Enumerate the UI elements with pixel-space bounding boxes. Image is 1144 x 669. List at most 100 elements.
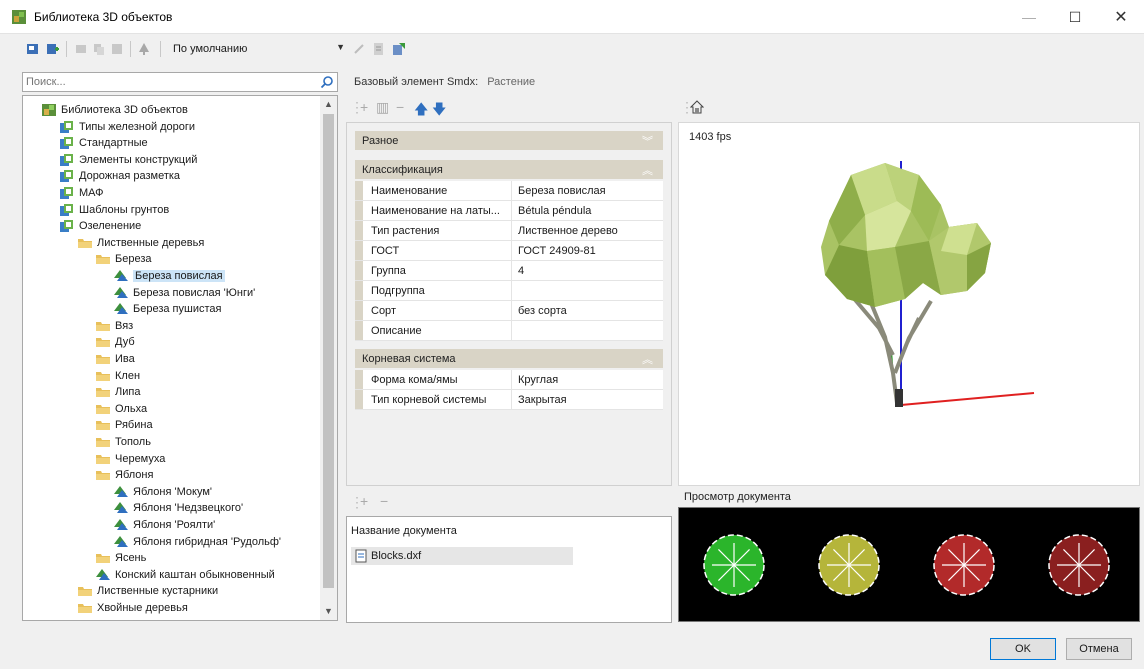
- property-row[interactable]: Подгруппа: [355, 281, 663, 301]
- property-row[interactable]: Тип растения Лиственное дерево: [355, 221, 663, 241]
- minimize-icon[interactable]: —: [1006, 0, 1052, 34]
- property-row[interactable]: Тип корневой системы Закрытая: [355, 390, 663, 410]
- tree-item[interactable]: Лиственные кустарники: [77, 583, 218, 599]
- property-row[interactable]: Сорт без сорта: [355, 301, 663, 321]
- tree-item[interactable]: Озеленение: [59, 218, 141, 234]
- tree-item-label: Дуб: [115, 336, 135, 349]
- tree-item[interactable]: Тополь: [95, 434, 151, 450]
- property-value[interactable]: Лиственное дерево: [512, 221, 663, 240]
- property-name: Тип растения: [363, 221, 512, 240]
- tree-item[interactable]: Береза повислая: [113, 268, 225, 284]
- ok-button[interactable]: OK: [990, 638, 1056, 660]
- search-icon[interactable]: [320, 75, 334, 89]
- row-gutter: [355, 370, 363, 389]
- tree-scrollbar[interactable]: ▲ ▼: [320, 96, 337, 620]
- export-icon[interactable]: [392, 42, 406, 56]
- add-library-icon[interactable]: [26, 42, 40, 56]
- tree-item[interactable]: Лиственные деревья: [77, 235, 204, 251]
- tree-item[interactable]: Ясень: [95, 550, 146, 566]
- property-row[interactable]: Форма кома/ямы Круглая: [355, 370, 663, 390]
- tree-item[interactable]: Библиотека 3D объектов: [41, 102, 188, 118]
- scroll-up-icon[interactable]: ▲: [320, 96, 337, 113]
- add-document-icon[interactable]: +: [360, 493, 368, 509]
- move-down-icon[interactable]: 🡇: [432, 99, 446, 123]
- expand-icon[interactable]: ︾: [642, 133, 653, 149]
- tree-item[interactable]: Стандартные: [59, 135, 148, 151]
- add-folder-icon[interactable]: [46, 42, 60, 56]
- paste-icon[interactable]: [110, 42, 124, 56]
- add-property-icon[interactable]: +: [360, 99, 368, 115]
- property-value[interactable]: 4: [512, 261, 663, 280]
- tree-object-icon[interactable]: [137, 42, 151, 56]
- tree-item[interactable]: Черемуха: [95, 451, 165, 467]
- folder-icon: [96, 421, 110, 431]
- folder-icon: [96, 255, 110, 265]
- tree-item[interactable]: Береза повислая 'Юнги': [113, 285, 255, 301]
- property-value[interactable]: [512, 281, 663, 300]
- move-up-icon[interactable]: 🡅: [414, 99, 428, 123]
- tree-item[interactable]: Типы железной дороги: [59, 119, 195, 135]
- copy-icon[interactable]: [92, 42, 106, 56]
- tree-item[interactable]: Дуб: [95, 334, 135, 350]
- property-row[interactable]: Описание: [355, 321, 663, 341]
- property-group-header[interactable]: Корневая система ︽: [355, 349, 663, 368]
- cut-icon[interactable]: [74, 42, 88, 56]
- collapse-icon[interactable]: ︽: [642, 351, 653, 367]
- property-value[interactable]: Закрытая: [512, 390, 663, 409]
- tree-item[interactable]: Конский каштан обыкновенный: [95, 567, 275, 583]
- 3d-viewport[interactable]: 1403 fps: [678, 122, 1140, 486]
- home-view-icon[interactable]: [690, 100, 704, 114]
- base-element-breadcrumb: Базовый элемент Smdx: Растение: [354, 76, 535, 88]
- tree-item[interactable]: Яблоня гибридная 'Рудольф': [113, 534, 281, 550]
- property-group-header[interactable]: Классификация ︽: [355, 160, 663, 179]
- tree-item[interactable]: Яблоня: [95, 467, 153, 483]
- scroll-thumb[interactable]: [323, 114, 334, 588]
- category-icon: [60, 153, 73, 166]
- tree-item-label: Стандартные: [79, 137, 148, 150]
- tree-item[interactable]: Яблоня 'Роялти': [113, 517, 215, 533]
- cancel-button[interactable]: Отмена: [1066, 638, 1132, 660]
- tree-item[interactable]: Клен: [95, 368, 140, 384]
- property-name: Тип корневой системы: [363, 390, 512, 409]
- property-value[interactable]: Круглая: [512, 370, 663, 389]
- tree-item[interactable]: Рябина: [95, 417, 153, 433]
- document-icon[interactable]: [372, 42, 386, 56]
- tree-item[interactable]: Яблоня 'Недзвецкого': [113, 500, 243, 516]
- tree-item[interactable]: Яблоня 'Мокум': [113, 484, 212, 500]
- tree-item[interactable]: Ольха: [95, 401, 147, 417]
- tree-item[interactable]: Береза: [95, 251, 152, 267]
- tree-item[interactable]: Вяз: [95, 318, 133, 334]
- property-value[interactable]: Bétula péndula: [512, 201, 663, 220]
- close-icon[interactable]: ✕: [1098, 0, 1144, 34]
- search-input[interactable]: [23, 73, 308, 91]
- tree-item[interactable]: Элементы конструкций: [59, 152, 197, 168]
- remove-property-icon[interactable]: −: [396, 99, 404, 115]
- property-row[interactable]: ГОСТ ГОСТ 24909-81: [355, 241, 663, 261]
- tree-item[interactable]: Липа: [95, 384, 140, 400]
- property-row[interactable]: Наименование на латы... Bétula péndula: [355, 201, 663, 221]
- property-row[interactable]: Наименование Береза повислая: [355, 181, 663, 201]
- tree-item[interactable]: МАФ: [59, 185, 104, 201]
- tree-item[interactable]: Шаблоны грунтов: [59, 202, 169, 218]
- property-value[interactable]: Береза повислая: [512, 181, 663, 200]
- tree-item-label: МАФ: [79, 187, 104, 199]
- tree-item[interactable]: Береза пушистая: [113, 301, 221, 317]
- tree-item-label: Береза повислая: [133, 270, 225, 282]
- tree-item[interactable]: Хвойные деревья: [77, 600, 188, 616]
- main-toolbar: По умолчанию ▼: [0, 34, 1144, 64]
- property-value[interactable]: ГОСТ 24909-81: [512, 241, 663, 260]
- maximize-icon[interactable]: ☐: [1052, 0, 1098, 34]
- edit-icon[interactable]: [352, 42, 366, 56]
- property-table-icon[interactable]: ▥: [376, 99, 389, 116]
- list-item[interactable]: Blocks.dxf: [351, 547, 573, 565]
- scroll-down-icon[interactable]: ▼: [320, 603, 337, 620]
- property-value[interactable]: [512, 321, 663, 340]
- property-group-header[interactable]: Разное ︾: [355, 131, 663, 150]
- property-row[interactable]: Группа 4: [355, 261, 663, 281]
- tree-item[interactable]: Дорожная разметка: [59, 168, 180, 184]
- collapse-icon[interactable]: ︽: [642, 162, 653, 178]
- remove-document-icon[interactable]: −: [380, 493, 388, 509]
- property-value[interactable]: без сорта: [512, 301, 663, 320]
- style-select[interactable]: По умолчанию ▼: [167, 39, 345, 59]
- tree-item[interactable]: Ива: [95, 351, 135, 367]
